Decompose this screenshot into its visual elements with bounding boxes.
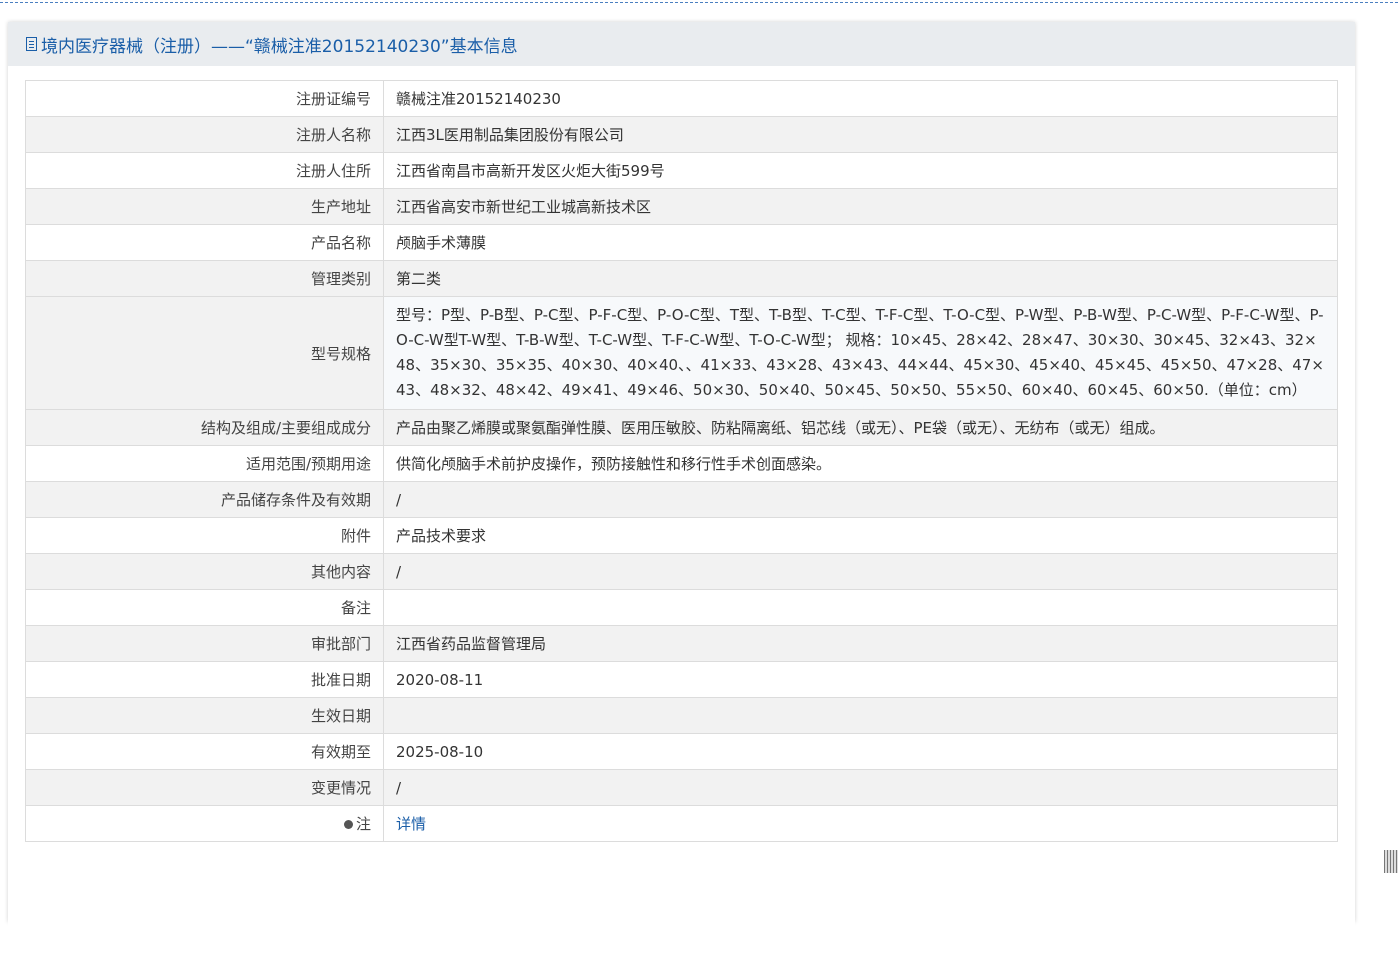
table-row: 管理类别 第二类 [25, 260, 1338, 297]
table-row: 附件 产品技术要求 [25, 517, 1338, 554]
row-label: 适用范围/预期用途 [25, 445, 384, 482]
row-value: 江西省南昌市高新开发区火炬大街599号 [383, 152, 1338, 189]
details-link[interactable]: 详情 [396, 815, 426, 833]
info-panel: 境内医疗器械（注册）——“赣械注准20152140230”基本信息 注册证编号 … [8, 22, 1355, 966]
table-row: 审批部门 江西省药品监督管理局 [25, 625, 1338, 662]
table-row: 型号规格 型号：P型、P-B型、P-C型、P-F-C型、P-O-C型、T型、T-… [25, 296, 1338, 410]
table-row: 注册人名称 江西3L医用制品集团股份有限公司 [25, 116, 1338, 153]
row-label: 产品储存条件及有效期 [25, 481, 384, 518]
panel-header: 境内医疗器械（注册）——“赣械注准20152140230”基本信息 [8, 22, 1355, 66]
resize-grip-icon[interactable] [1384, 850, 1398, 873]
table-row: 注册证编号 赣械注准20152140230 [25, 80, 1338, 117]
row-label: 产品名称 [25, 224, 384, 261]
table-row: 注 详情 [25, 805, 1338, 842]
table-row: 生产地址 江西省高安市新世纪工业城高新技术区 [25, 188, 1338, 225]
row-label: 注册人住所 [25, 152, 384, 189]
top-divider [0, 0, 1398, 3]
row-value: 详情 [383, 805, 1338, 842]
row-value: 江西省药品监督管理局 [383, 625, 1338, 662]
row-label: 生产地址 [25, 188, 384, 225]
row-label: 结构及组成/主要组成成分 [25, 409, 384, 446]
document-icon [26, 37, 37, 51]
page-title: 境内医疗器械（注册）——“赣械注准20152140230”基本信息 [41, 36, 518, 57]
row-label: 注 [25, 805, 384, 842]
row-value: 第二类 [383, 260, 1338, 297]
row-label: 有效期至 [25, 733, 384, 770]
row-value: 产品由聚乙烯膜或聚氨酯弹性膜、医用压敏胶、防粘隔离纸、铝芯线（或无）、PE袋（或… [383, 409, 1338, 446]
table-row: 结构及组成/主要组成成分 产品由聚乙烯膜或聚氨酯弹性膜、医用压敏胶、防粘隔离纸、… [25, 409, 1338, 446]
row-value: / [383, 553, 1338, 590]
row-value: / [383, 769, 1338, 806]
row-label: 注册证编号 [25, 80, 384, 117]
table-row: 批准日期 2020-08-11 [25, 661, 1338, 698]
row-value: 江西省高安市新世纪工业城高新技术区 [383, 188, 1338, 225]
table-row: 其他内容 / [25, 553, 1338, 590]
row-value: / [383, 481, 1338, 518]
row-value: 江西3L医用制品集团股份有限公司 [383, 116, 1338, 153]
row-label: 审批部门 [25, 625, 384, 662]
note-icon [343, 820, 353, 829]
row-label: 变更情况 [25, 769, 384, 806]
panel-body: 注册证编号 赣械注准20152140230 注册人名称 江西3L医用制品集团股份… [8, 66, 1355, 966]
row-label: 管理类别 [25, 260, 384, 297]
info-table: 注册证编号 赣械注准20152140230 注册人名称 江西3L医用制品集团股份… [25, 80, 1338, 842]
row-label: 附件 [25, 517, 384, 554]
note-label: 注 [355, 815, 371, 833]
row-label: 批准日期 [25, 661, 384, 698]
row-label: 注册人名称 [25, 116, 384, 153]
table-row: 产品储存条件及有效期 / [25, 481, 1338, 518]
row-value: 型号：P型、P-B型、P-C型、P-F-C型、P-O-C型、T型、T-B型、T-… [383, 296, 1338, 410]
row-label: 其他内容 [25, 553, 384, 590]
table-row: 有效期至 2025-08-10 [25, 733, 1338, 770]
row-label: 备注 [25, 589, 384, 626]
table-row: 变更情况 / [25, 769, 1338, 806]
row-label: 型号规格 [25, 296, 384, 410]
row-label: 生效日期 [25, 697, 384, 734]
row-value: 2020-08-11 [383, 661, 1338, 698]
table-row: 注册人住所 江西省南昌市高新开发区火炬大街599号 [25, 152, 1338, 189]
table-row: 产品名称 颅脑手术薄膜 [25, 224, 1338, 261]
row-value: 供简化颅脑手术前护皮操作，预防接触性和移行性手术创面感染。 [383, 445, 1338, 482]
row-value: 产品技术要求 [383, 517, 1338, 554]
table-row: 备注 [25, 589, 1338, 626]
row-value: 2025-08-10 [383, 733, 1338, 770]
row-value [383, 697, 1338, 734]
row-value: 颅脑手术薄膜 [383, 224, 1338, 261]
table-row: 适用范围/预期用途 供简化颅脑手术前护皮操作，预防接触性和移行性手术创面感染。 [25, 445, 1338, 482]
row-value [383, 589, 1338, 626]
table-row: 生效日期 [25, 697, 1338, 734]
row-value: 赣械注准20152140230 [383, 80, 1338, 117]
